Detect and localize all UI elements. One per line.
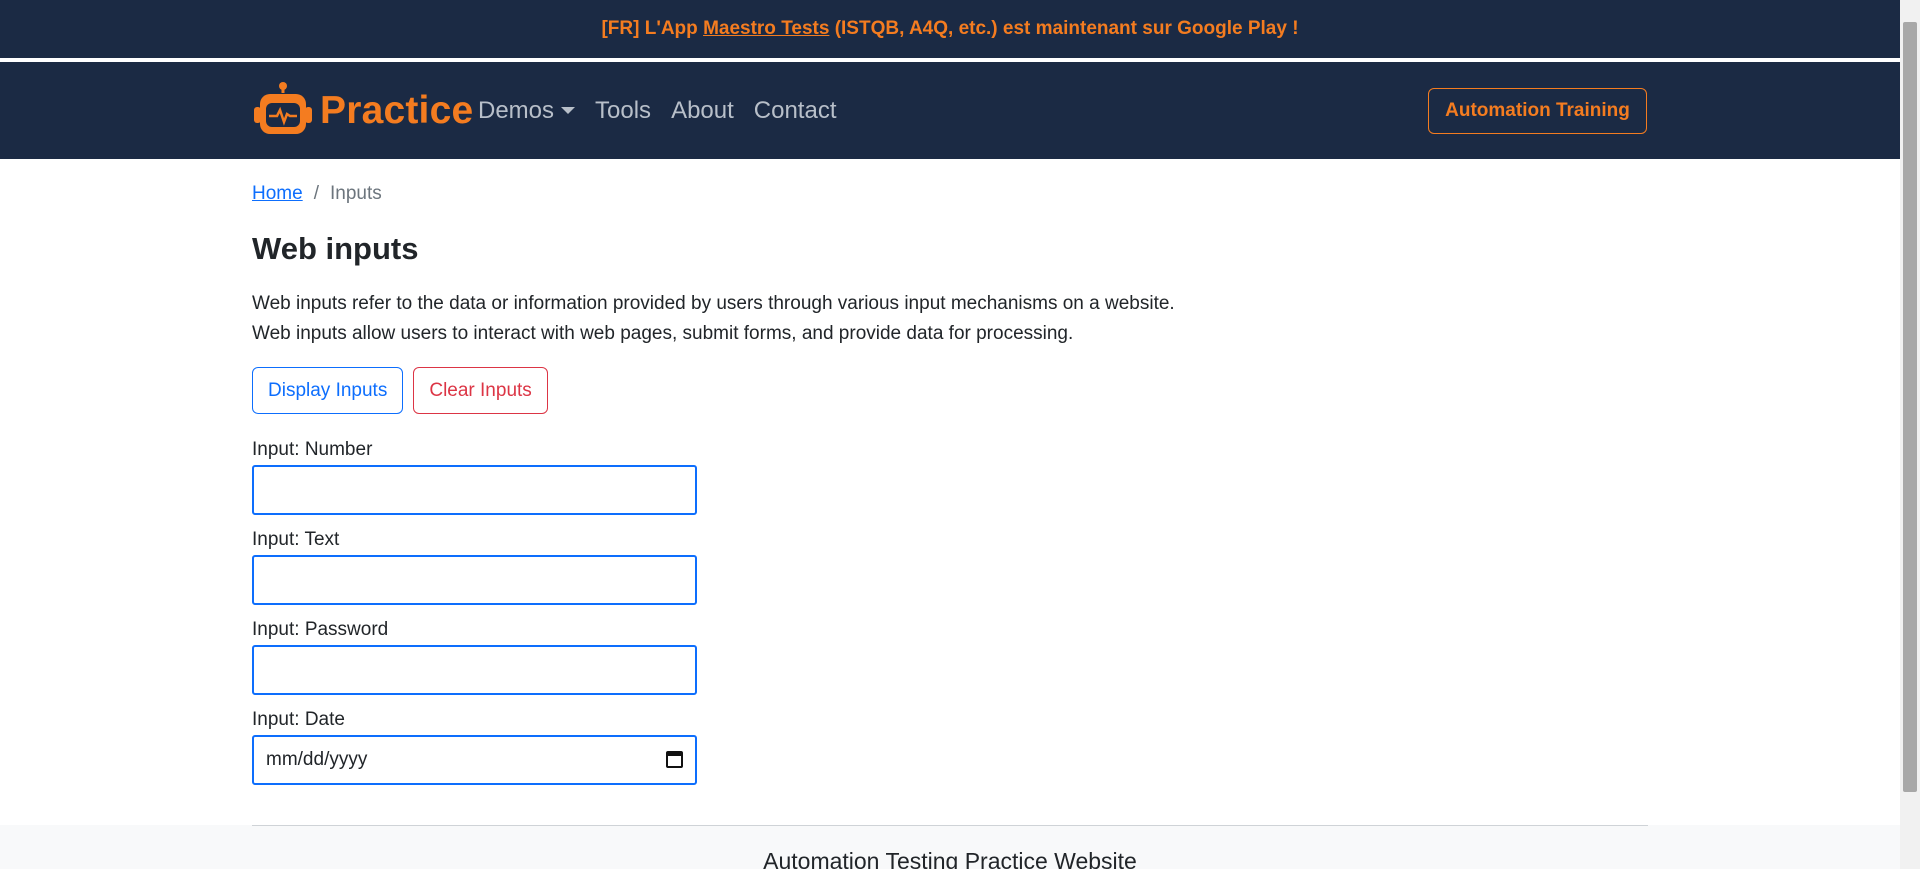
number-label: Input: Number — [252, 439, 373, 460]
breadcrumb: Home / Inputs — [252, 183, 382, 205]
navbar: Practice Demos Tools About Contact Autom… — [0, 62, 1900, 159]
nav-item-tools[interactable]: Tools — [595, 97, 651, 125]
text-field-group: Input: Text — [252, 528, 697, 605]
footer-title: Automation Testing Practice Website — [763, 848, 1137, 869]
description-line-1: Web inputs refer to the data or informat… — [252, 293, 1175, 314]
number-input[interactable] — [252, 465, 697, 515]
text-input[interactable] — [252, 555, 697, 605]
footer: Automation Testing Practice Website — [0, 825, 1900, 869]
text-label: Input: Text — [252, 529, 340, 550]
announcement-link[interactable]: Maestro Tests — [703, 18, 829, 40]
scrollbar-thumb[interactable] — [1903, 22, 1917, 792]
password-label: Input: Password — [252, 619, 389, 640]
breadcrumb-separator: / — [313, 183, 319, 204]
date-placeholder: mm/dd/yyyy — [266, 749, 368, 770]
date-label: Input: Date — [252, 709, 345, 730]
brand-text: Practice — [320, 89, 474, 132]
nav-item-contact[interactable]: Contact — [754, 97, 837, 125]
nav-demos-label: Demos — [478, 96, 555, 124]
page-title: Web inputs — [252, 231, 419, 266]
clear-inputs-button[interactable]: Clear Inputs — [413, 367, 548, 414]
announcement-suffix: (ISTQB, A4Q, etc.) est maintenant sur Go… — [829, 18, 1299, 39]
calendar-icon[interactable] — [666, 751, 683, 768]
password-field-group: Input: Password — [252, 618, 697, 695]
nav-item-about[interactable]: About — [671, 97, 734, 125]
page-description: Web inputs refer to the data or informat… — [252, 289, 1175, 349]
footer-divider — [252, 825, 1648, 826]
nav-links: Demos Tools About Contact — [478, 62, 857, 159]
date-input[interactable]: mm/dd/yyyy — [252, 735, 697, 785]
robot-logo-icon — [254, 82, 312, 134]
display-inputs-button[interactable]: Display Inputs — [252, 367, 404, 414]
caret-down-icon — [561, 107, 576, 114]
breadcrumb-current: Inputs — [329, 183, 382, 204]
date-field-group: Input: Date mm/dd/yyyy — [252, 708, 697, 785]
password-input[interactable] — [252, 645, 697, 695]
breadcrumb-home-link[interactable]: Home — [252, 183, 303, 205]
announcement-bar: [FR] L'App Maestro Tests (ISTQB, A4Q, et… — [0, 0, 1900, 60]
nav-item-demos[interactable]: Demos — [478, 96, 576, 125]
brand-link[interactable]: Practice — [252, 81, 473, 141]
action-buttons: Display Inputs Clear Inputs — [252, 367, 548, 414]
number-field-group: Input: Number — [252, 438, 697, 515]
description-line-2: Web inputs allow users to interact with … — [252, 323, 1074, 344]
announcement-prefix: [FR] L'App — [601, 18, 704, 39]
vertical-scrollbar[interactable] — [1900, 0, 1920, 869]
automation-training-button[interactable]: Automation Training — [1428, 88, 1647, 134]
